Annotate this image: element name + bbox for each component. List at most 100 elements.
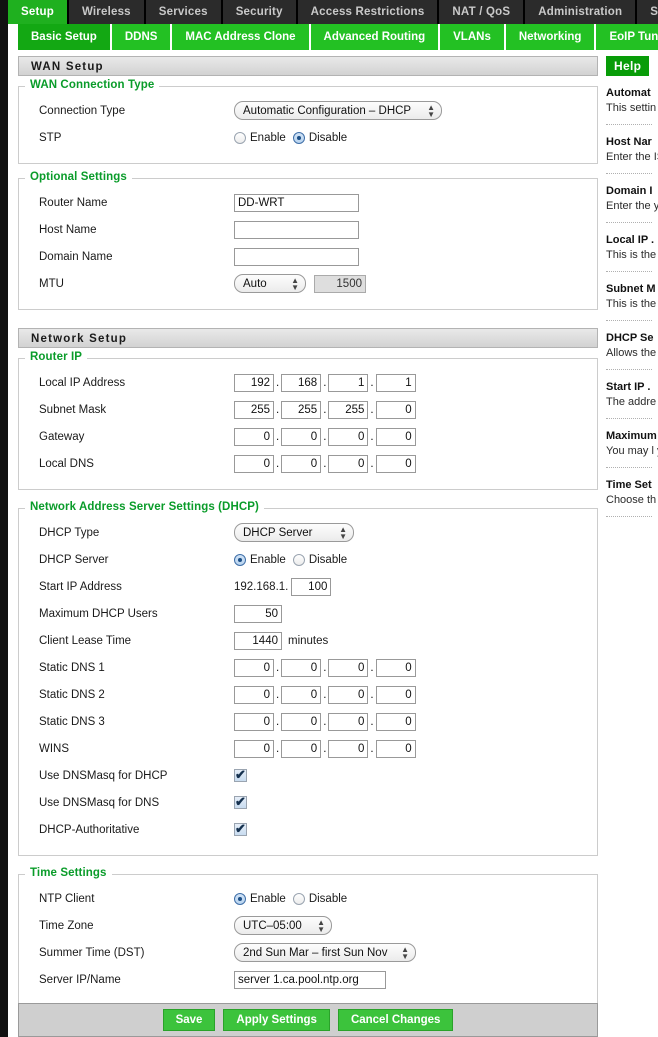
ntp-enable-option[interactable]: Enable <box>234 892 286 905</box>
gateway-octet-3[interactable] <box>328 427 369 446</box>
static-dns2-octet-2[interactable] <box>281 685 322 704</box>
time-zone-select[interactable]: UTC–05:00 <box>234 916 332 936</box>
nav-tab-wireless[interactable]: Wireless <box>68 0 146 24</box>
local-ip-row: Local IP Address . . . <box>19 369 597 396</box>
local-dns-octet-2[interactable] <box>281 454 322 473</box>
wins-octet-4[interactable] <box>375 739 416 758</box>
help-entry-heading[interactable]: Maximum <box>606 430 658 442</box>
ntp-enable-radio[interactable] <box>234 892 246 905</box>
dhcp-type-select[interactable]: DHCP Server <box>234 523 354 543</box>
wins-octet-1[interactable] <box>234 739 274 758</box>
help-entry-heading[interactable]: Domain I <box>606 185 658 197</box>
static-dns2-octet-4[interactable] <box>375 685 416 704</box>
static-dns1-octet-3[interactable] <box>328 658 369 677</box>
dnsmasq-dhcp-checkbox[interactable] <box>234 767 247 783</box>
help-entry-heading[interactable]: Local IP . <box>606 234 658 246</box>
nav-tab-security[interactable]: Security <box>222 0 298 24</box>
static-dns2-row: Static DNS 2 . . . <box>19 681 597 708</box>
connection-type-select[interactable]: Automatic Configuration – DHCP <box>234 101 442 121</box>
nav-tab-status[interactable]: Status <box>637 0 658 24</box>
static-dns3-octet-2[interactable] <box>281 712 322 731</box>
ip-dot: . <box>276 430 280 443</box>
subnet-mask-label: Subnet Mask <box>39 403 107 416</box>
static-dns3-row: Static DNS 3 . . . <box>19 708 597 735</box>
dhcp-server-enable-radio[interactable] <box>234 553 246 566</box>
dhcp-server-enable-option[interactable]: Enable <box>234 553 286 566</box>
gateway-octet-1[interactable] <box>234 427 274 446</box>
host-name-row: Host Name <box>19 216 597 243</box>
local-dns-octet-1[interactable] <box>234 454 274 473</box>
static-dns1-octet-4[interactable] <box>375 658 416 677</box>
stp-enable-option[interactable]: Enable <box>234 131 286 144</box>
client-lease-time-input[interactable] <box>234 631 282 650</box>
nav-tab-nat-qos[interactable]: NAT / QoS <box>439 0 526 24</box>
help-entry-heading[interactable]: Subnet M <box>606 283 658 295</box>
time-zone-row: Time Zone UTC–05:00 ▲ ▼ <box>19 912 597 939</box>
nav-tab-access-restrictions[interactable]: Access Restrictions <box>297 0 440 24</box>
nav-tab-services[interactable]: Services <box>145 0 223 24</box>
static-dns3-octet-3[interactable] <box>328 712 369 731</box>
subnet-mask-octet-1[interactable] <box>234 400 274 419</box>
gateway-octet-2[interactable] <box>281 427 322 446</box>
stp-enable-radio[interactable] <box>234 131 246 144</box>
subnav-tab-mac-address-clone[interactable]: MAC Address Clone <box>172 24 311 50</box>
help-entry-heading[interactable]: DHCP Se <box>606 332 658 344</box>
subnav-tab-basic-setup[interactable]: Basic Setup <box>18 24 112 50</box>
subnav-tab-ddns[interactable]: DDNS <box>111 24 173 50</box>
ip-dot: . <box>276 742 280 755</box>
dhcp-authoritative-checkbox[interactable] <box>234 821 247 837</box>
help-entry-heading[interactable]: Start IP . <box>606 381 658 393</box>
apply-settings-button[interactable]: Apply Settings <box>223 1009 330 1031</box>
local-ip-octet-4[interactable] <box>375 373 416 392</box>
host-name-input[interactable] <box>234 220 359 239</box>
max-dhcp-users-input[interactable] <box>234 604 282 623</box>
subnav-tab-advanced-routing[interactable]: Advanced Routing <box>310 24 441 50</box>
ntp-disable-option[interactable]: Disable <box>292 892 347 905</box>
static-dns1-octet-2[interactable] <box>281 658 322 677</box>
help-entry-heading[interactable]: Time Set <box>606 479 658 491</box>
ntp-disable-radio[interactable] <box>292 892 305 905</box>
cancel-changes-button[interactable]: Cancel Changes <box>337 1009 454 1031</box>
static-dns2-octet-3[interactable] <box>328 685 369 704</box>
gateway-label: Gateway <box>39 430 85 443</box>
dhcp-server-disable-option[interactable]: Disable <box>292 553 347 566</box>
stp-disable-radio[interactable] <box>292 131 305 144</box>
subnet-mask-octet-4[interactable] <box>375 400 416 419</box>
local-ip-octet-2[interactable] <box>281 373 322 392</box>
local-dns-octet-4[interactable] <box>375 454 416 473</box>
static-dns3-octet-1[interactable] <box>234 712 274 731</box>
dhcp-server-label: DHCP Server <box>39 553 109 566</box>
help-entry-heading[interactable]: Host Nar <box>606 136 658 148</box>
ntp-server-input[interactable] <box>234 970 386 989</box>
domain-name-input[interactable] <box>234 247 359 266</box>
static-dns3-octet-4[interactable] <box>375 712 416 731</box>
local-ip-octet-1[interactable] <box>234 373 274 392</box>
subnav-tab-eoip-tunnel[interactable]: EoIP Tunnel <box>596 24 658 50</box>
subnet-mask-octet-2[interactable] <box>281 400 322 419</box>
subnav-tab-vlans[interactable]: VLANs <box>440 24 506 50</box>
nav-tab-administration[interactable]: Administration <box>525 0 638 24</box>
dhcp-type-select-wrap: DHCP Server ▲ ▼ <box>234 523 354 543</box>
subnav-tab-networking[interactable]: Networking <box>505 24 597 50</box>
wins-octet-2[interactable] <box>281 739 322 758</box>
start-ip-input[interactable] <box>291 577 332 596</box>
save-button[interactable]: Save <box>162 1009 216 1031</box>
mtu-mode-select[interactable]: Auto <box>234 274 306 294</box>
wins-octet-3[interactable] <box>328 739 369 758</box>
static-dns1-octet-1[interactable] <box>234 658 274 677</box>
dnsmasq-dns-checkbox[interactable] <box>234 794 247 810</box>
router-name-input[interactable] <box>234 193 359 212</box>
subnet-mask-octet-3[interactable] <box>328 400 369 419</box>
static-dns2-octet-1[interactable] <box>234 685 274 704</box>
ntp-client-radio-group: Enable Disable <box>234 892 347 905</box>
gateway-octet-4[interactable] <box>375 427 416 446</box>
nav-tab-setup[interactable]: Setup <box>8 0 69 24</box>
stp-disable-option[interactable]: Disable <box>292 131 347 144</box>
local-ip-octet-3[interactable] <box>328 373 369 392</box>
ip-dot: . <box>370 688 374 701</box>
dhcp-server-disable-radio[interactable] <box>292 553 305 566</box>
local-dns-octet-3[interactable] <box>328 454 369 473</box>
help-entry-heading[interactable]: Automat <box>606 87 658 99</box>
help-panel-title[interactable]: Help <box>606 56 650 76</box>
dst-select[interactable]: 2nd Sun Mar – first Sun Nov <box>234 943 416 963</box>
